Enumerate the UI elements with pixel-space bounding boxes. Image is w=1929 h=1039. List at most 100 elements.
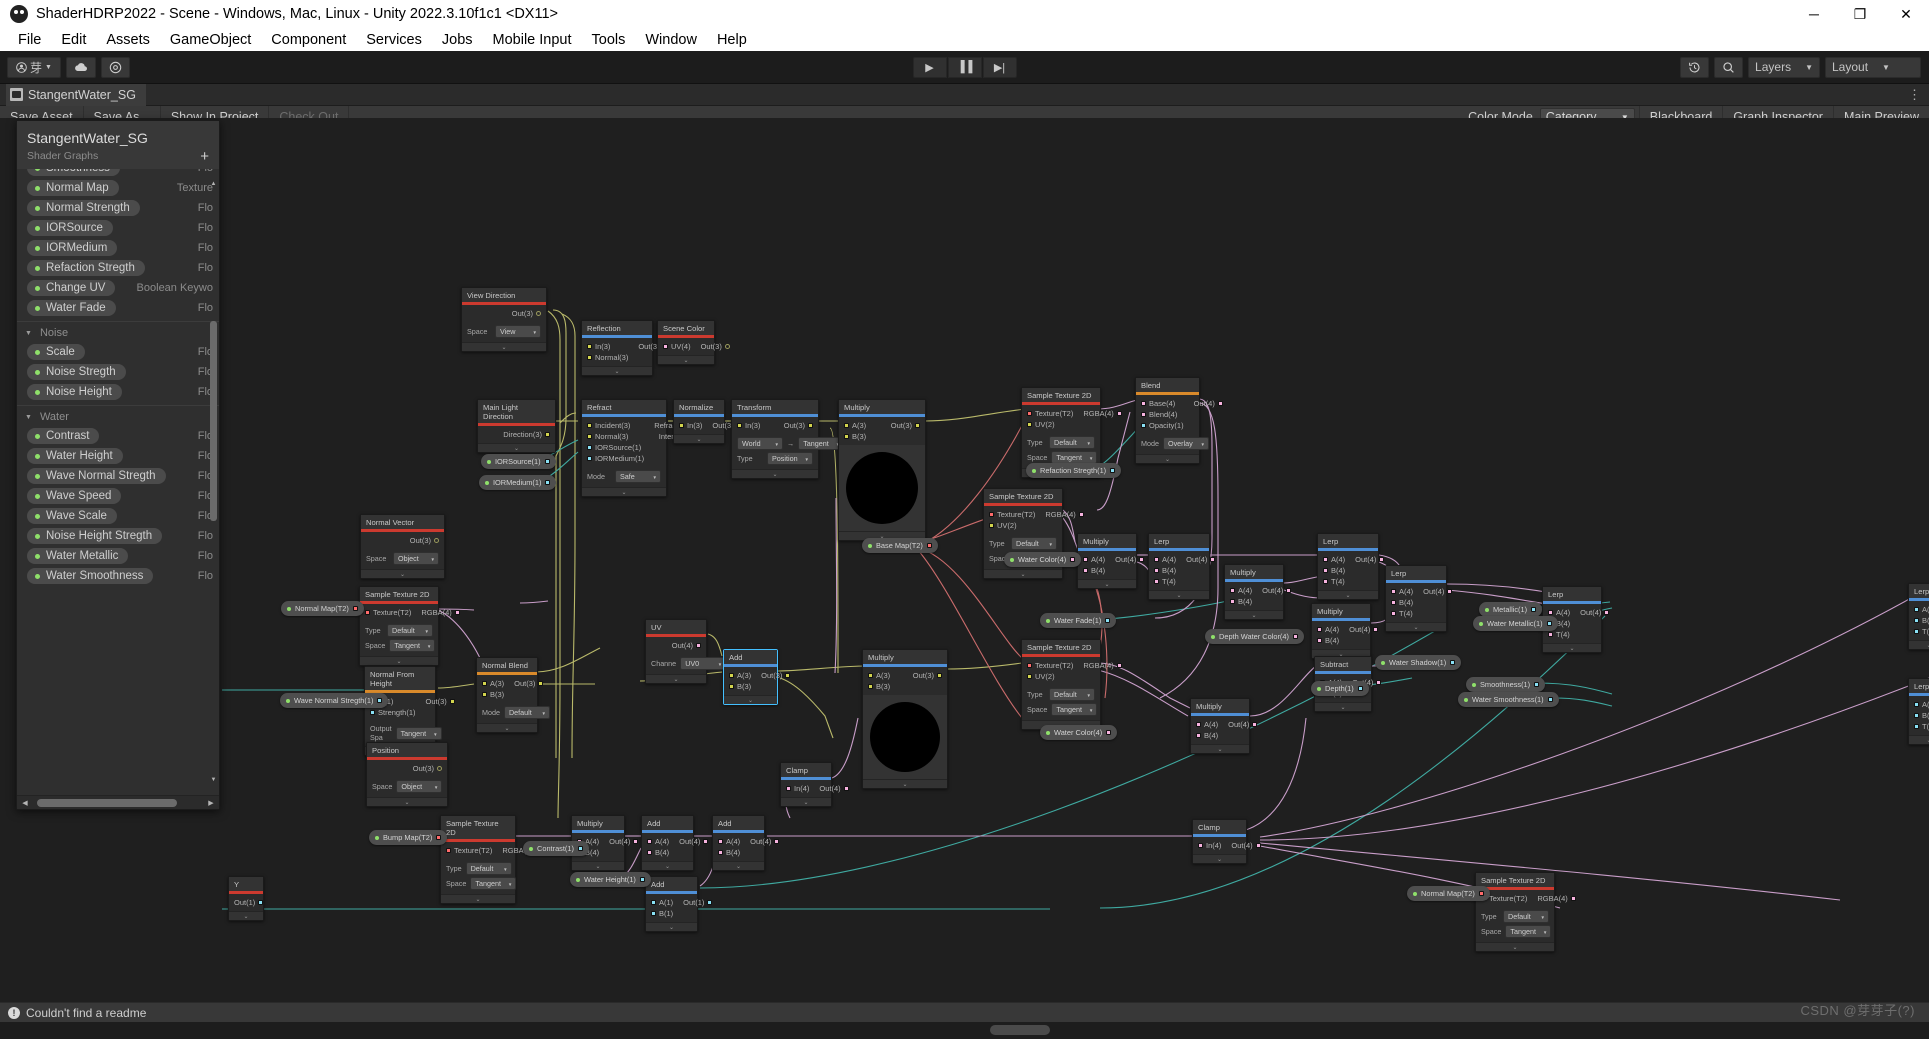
output-port[interactable]: Out(4) [1189, 398, 1228, 409]
blackboard-panel[interactable]: StangentWater_SG Shader Graphs + Smoothn… [16, 120, 220, 810]
port-dot-icon[interactable] [1252, 722, 1258, 727]
node-field[interactable]: Mode Safe [587, 469, 661, 484]
input-port[interactable]: In(3) [582, 341, 633, 352]
port-dot-icon[interactable] [1391, 589, 1396, 594]
node-expander-toggle[interactable]: ⌄ [361, 569, 444, 578]
node-preview[interactable] [839, 445, 925, 531]
graph-node[interactable]: Multiply A(4) B(4) Out(4) ⌄ [1224, 564, 1292, 620]
field-value[interactable]: Position [767, 452, 813, 465]
layers-dropdown[interactable]: Layers ▼ [1748, 56, 1820, 78]
property-node[interactable]: Water Shadow(1) [1375, 655, 1462, 670]
input-port[interactable]: Base(4) [1136, 398, 1189, 409]
port-dot-icon[interactable] [1196, 722, 1201, 727]
input-port[interactable]: A(4) [1318, 554, 1350, 565]
input-port[interactable]: B(4) [1149, 565, 1181, 576]
maximize-button[interactable]: ❐ [1837, 0, 1883, 28]
port-dot-icon[interactable] [989, 523, 994, 528]
input-port[interactable]: A(3) [477, 678, 509, 689]
node-expander-toggle[interactable]: ⌄ [1078, 579, 1136, 588]
input-port[interactable]: B(4) [1225, 596, 1257, 607]
node-expander-toggle[interactable]: ⌄ [658, 355, 714, 364]
port-dot-icon[interactable] [577, 846, 583, 851]
graph-node[interactable]: Add A(1) B(1) Out(1) ⌄ [645, 876, 713, 932]
input-port[interactable]: A(4) [1386, 586, 1418, 597]
cloud-button[interactable] [65, 56, 96, 78]
input-port[interactable]: UV(4) [658, 341, 696, 352]
input-port[interactable]: A(4) [1191, 719, 1223, 730]
port-dot-icon[interactable] [639, 877, 645, 882]
tabstrip-overflow-menu[interactable]: ⋮ [1908, 88, 1921, 101]
output-port[interactable]: Out(3) [908, 670, 947, 681]
port-dot-icon[interactable] [1391, 611, 1396, 616]
output-port[interactable]: Out(4) [1181, 554, 1220, 565]
menu-services[interactable]: Services [356, 30, 432, 50]
property-node[interactable]: Water Metallic(1) [1473, 616, 1558, 631]
port-dot-icon[interactable] [1210, 557, 1216, 562]
blackboard-property-row[interactable]: Refaction Stregth Flo [17, 258, 219, 278]
menu-assets[interactable]: Assets [96, 30, 160, 50]
port-dot-icon[interactable] [437, 766, 442, 771]
port-dot-icon[interactable] [1292, 634, 1298, 639]
graph-node[interactable]: Scene Color UV(4) Out(3) ⌄ [657, 320, 730, 365]
node-expander-toggle[interactable]: ⌄ [360, 656, 438, 665]
port-dot-icon[interactable] [1255, 843, 1261, 848]
port-dot-icon[interactable] [663, 344, 668, 349]
port-dot-icon[interactable] [1914, 724, 1919, 729]
graph-node[interactable]: Position Out(3) SpaceObject ⌄ [366, 742, 448, 807]
graph-node[interactable]: Lerp A(1) B(1) T(1) ⌄ [1908, 678, 1929, 745]
output-port[interactable]: Out(3) [756, 670, 795, 681]
blackboard-property-row[interactable]: Contrast Flo [17, 426, 219, 446]
port-dot-icon[interactable] [587, 344, 592, 349]
scroll-right-icon[interactable]: ▶ [206, 799, 216, 807]
output-port[interactable]: Out(4) [1418, 586, 1457, 597]
graph-node[interactable]: UV Out(4) ChanneUV0 ⌄ [645, 619, 727, 684]
node-expander-toggle[interactable]: ⌄ [732, 469, 818, 478]
field-value[interactable]: Default [1011, 537, 1057, 550]
port-dot-icon[interactable] [1570, 896, 1576, 901]
node-expander-toggle[interactable]: ⌄ [646, 922, 697, 931]
port-dot-icon[interactable] [1317, 627, 1322, 632]
field-value[interactable]: Object [393, 552, 439, 565]
port-dot-icon[interactable] [1914, 618, 1919, 623]
output-port[interactable]: Out(3) [886, 420, 925, 431]
node-field[interactable]: Type Position [737, 451, 813, 466]
property-chip[interactable]: Scale [27, 344, 85, 360]
input-port[interactable]: Texture(T2) [1022, 660, 1078, 671]
output-port[interactable]: Out(4) [1350, 554, 1389, 565]
node-field[interactable]: Type Default [1481, 909, 1549, 924]
node-expander-toggle[interactable]: ⌄ [642, 861, 693, 870]
port-dot-icon[interactable] [545, 432, 550, 437]
input-port[interactable]: UV(2) [1022, 419, 1078, 430]
bottom-scroll-thumb[interactable] [990, 1025, 1050, 1035]
port-dot-icon[interactable] [1546, 621, 1552, 626]
property-chip[interactable]: Noise Height Stregth [27, 528, 163, 544]
port-dot-icon[interactable] [1317, 638, 1322, 643]
node-field[interactable]: Space Object [366, 551, 439, 566]
node-field[interactable]: Output Spa Tangent [370, 723, 442, 743]
node-field[interactable]: Type Default [1027, 687, 1095, 702]
port-dot-icon[interactable] [724, 344, 730, 349]
chevron-down-icon[interactable]: ▼ [25, 330, 32, 337]
output-port[interactable]: RGBA(4) [1532, 893, 1580, 904]
node-expander-toggle[interactable]: ⌄ [863, 779, 947, 788]
node-expander-toggle[interactable]: ⌄ [582, 487, 666, 496]
input-port[interactable]: IORSource(1) [582, 442, 649, 453]
port-dot-icon[interactable] [1286, 588, 1292, 593]
port-dot-icon[interactable] [1027, 674, 1032, 679]
graph-node[interactable]: Sample Texture 2D Texture(T2) RGBA(4) Type D… [440, 815, 541, 904]
input-port[interactable]: A(3) [863, 670, 908, 681]
node-expander-toggle[interactable]: ⌄ [1191, 744, 1249, 753]
property-node[interactable]: Refaction Stregth(1) [1026, 463, 1122, 478]
port-dot-icon[interactable] [1105, 618, 1111, 623]
port-dot-icon[interactable] [868, 684, 873, 689]
menu-tools[interactable]: Tools [582, 30, 636, 50]
port-dot-icon[interactable] [1027, 422, 1032, 427]
port-dot-icon[interactable] [703, 839, 709, 844]
blackboard-property-row[interactable]: Scale Flo [17, 342, 219, 362]
port-dot-icon[interactable] [1141, 401, 1146, 406]
graph-node[interactable]: Normalize In(3) Out(3) ⌄ [673, 399, 742, 444]
node-expander-toggle[interactable]: ⌄ [1318, 590, 1378, 599]
port-dot-icon[interactable] [808, 423, 813, 428]
node-expander-toggle[interactable]: ⌄ [724, 695, 777, 704]
port-dot-icon[interactable] [1531, 607, 1537, 612]
